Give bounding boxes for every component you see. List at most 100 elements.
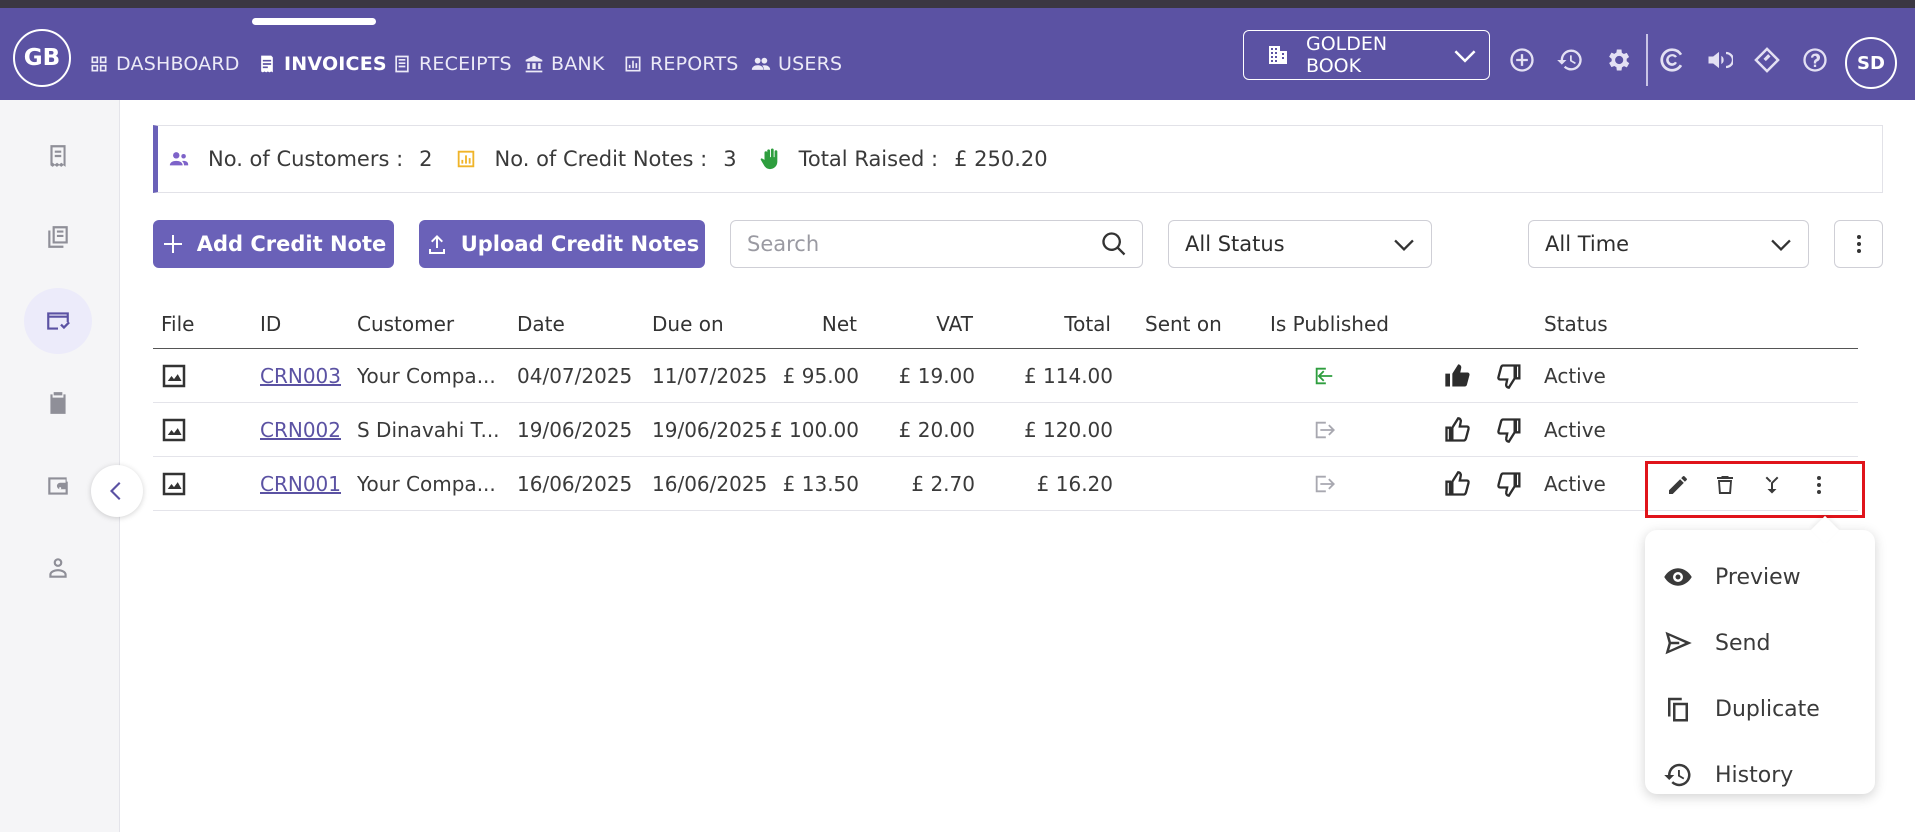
approve-button[interactable]: [1443, 349, 1471, 402]
table-row[interactable]: CRN002 S Dinavahi T... 19/06/2025 19/06/…: [153, 403, 1858, 457]
sidebar-wallet[interactable]: [24, 453, 92, 519]
add-credit-note-button[interactable]: Add Credit Note: [153, 220, 394, 268]
customers-summary: No. of Customers : 2: [168, 147, 433, 171]
row-total: £ 16.20: [1036, 471, 1113, 496]
user-avatar[interactable]: SD: [1845, 37, 1897, 89]
announcements-button[interactable]: [1704, 45, 1734, 75]
table-row[interactable]: CRN003 Your Compa... 04/07/2025 11/07/20…: [153, 349, 1858, 403]
image-icon: [162, 472, 186, 495]
chevron-down-icon: [1394, 239, 1414, 252]
search-field[interactable]: [730, 220, 1143, 268]
sidebar-profile[interactable]: [24, 535, 92, 601]
col-sent[interactable]: Sent on: [1145, 300, 1222, 348]
edit-button[interactable]: [1665, 472, 1691, 498]
row-due: 16/06/2025: [652, 471, 768, 496]
wallet-icon: [48, 477, 68, 495]
row-id-link[interactable]: CRN002: [260, 403, 341, 456]
row-vat: £ 20.00: [898, 417, 975, 442]
search-icon[interactable]: [1100, 230, 1128, 258]
recent-history-button[interactable]: [1555, 45, 1585, 75]
company-logo[interactable]: GB: [13, 29, 71, 87]
add-credit-note-label: Add Credit Note: [196, 232, 387, 256]
card-check-icon: [47, 312, 70, 330]
collapse-sidebar-button[interactable]: [91, 465, 143, 517]
sidebar-invoices[interactable]: [24, 123, 92, 189]
menu-history-label: History: [1715, 762, 1794, 788]
add-circle-button[interactable]: [1507, 45, 1537, 75]
menu-history[interactable]: History: [1645, 742, 1875, 808]
merge-icon: [1765, 476, 1779, 494]
chart-icon: [457, 150, 474, 168]
nav-reports[interactable]: REPORTS: [623, 44, 739, 84]
customers-value: 2: [419, 147, 433, 171]
menu-duplicate[interactable]: Duplicate: [1645, 676, 1875, 742]
delete-button[interactable]: [1712, 472, 1738, 498]
people-icon: [169, 152, 189, 166]
help-button[interactable]: [1800, 45, 1830, 75]
published-status[interactable]: [1313, 349, 1335, 402]
pencil-icon: [1669, 476, 1687, 494]
time-filter[interactable]: All Time: [1528, 220, 1809, 268]
eye-icon: [1664, 568, 1692, 586]
megaphone-icon: [1708, 51, 1733, 69]
col-net[interactable]: Net: [773, 300, 857, 348]
reports-icon: [625, 56, 641, 72]
more-vertical-icon: [1817, 476, 1821, 494]
row-customer: Your Compa...: [357, 471, 496, 496]
row-id-link[interactable]: CRN003: [260, 349, 341, 402]
top-navbar: GB DASHBOARD INVOICES RECEIPTS BANK REPO…: [0, 8, 1915, 100]
row-actions: [1665, 472, 1832, 498]
merge-button[interactable]: [1759, 472, 1785, 498]
table-row[interactable]: CRN001 Your Compa... 16/06/2025 16/06/20…: [153, 457, 1858, 511]
col-status[interactable]: Status: [1544, 300, 1608, 348]
company-selector[interactable]: GOLDEN BOOK: [1243, 30, 1490, 80]
brand-c-icon: [1660, 48, 1683, 72]
publish-button[interactable]: [1313, 457, 1335, 510]
nav-receipts[interactable]: RECEIPTS: [392, 44, 512, 84]
window-top-strip: [0, 0, 1915, 8]
file-thumbnail[interactable]: [159, 457, 189, 510]
sidebar-credit-notes[interactable]: [24, 288, 92, 354]
status-filter[interactable]: All Status: [1168, 220, 1432, 268]
credit-notes-value: 3: [723, 147, 737, 171]
col-due[interactable]: Due on: [652, 300, 724, 348]
search-input[interactable]: [747, 232, 1100, 256]
upload-icon: [428, 235, 445, 254]
reject-button[interactable]: [1496, 457, 1524, 510]
integrations-button[interactable]: [1752, 45, 1782, 75]
menu-preview[interactable]: Preview: [1645, 544, 1875, 610]
col-file[interactable]: File: [161, 300, 194, 348]
col-total[interactable]: Total: [993, 300, 1111, 348]
sidebar-clipboard[interactable]: [24, 370, 92, 436]
status-filter-value: All Status: [1185, 232, 1285, 256]
col-published[interactable]: Is Published: [1270, 300, 1389, 348]
menu-send[interactable]: Send: [1645, 610, 1875, 676]
col-customer[interactable]: Customer: [357, 300, 454, 348]
more-options-button[interactable]: [1834, 220, 1883, 268]
col-vat[interactable]: VAT: [873, 300, 973, 348]
col-id[interactable]: ID: [260, 300, 281, 348]
col-date[interactable]: Date: [517, 300, 565, 348]
grid-icon: [91, 56, 107, 72]
brand-c-button[interactable]: [1657, 45, 1687, 75]
logout-icon: [1315, 421, 1335, 438]
publish-button[interactable]: [1313, 403, 1335, 456]
row-more-button[interactable]: [1806, 472, 1832, 498]
time-filter-value: All Time: [1545, 232, 1630, 256]
row-total: £ 120.00: [1023, 417, 1113, 442]
reject-button[interactable]: [1496, 349, 1524, 402]
approve-button[interactable]: [1443, 457, 1471, 510]
upload-credit-notes-button[interactable]: Upload Credit Notes: [419, 220, 705, 268]
sidebar-statements[interactable]: [24, 204, 92, 270]
nav-bank[interactable]: BANK: [524, 44, 605, 84]
file-thumbnail[interactable]: [159, 349, 189, 402]
nav-users[interactable]: USERS: [751, 44, 842, 84]
settings-button[interactable]: [1603, 45, 1633, 75]
row-id-link[interactable]: CRN001: [260, 457, 341, 510]
reject-button[interactable]: [1496, 403, 1524, 456]
approve-button[interactable]: [1443, 403, 1471, 456]
nav-invoices[interactable]: INVOICES: [257, 44, 387, 84]
file-thumbnail[interactable]: [159, 403, 189, 456]
trash-icon: [1717, 476, 1733, 494]
nav-dashboard[interactable]: DASHBOARD: [89, 44, 240, 84]
